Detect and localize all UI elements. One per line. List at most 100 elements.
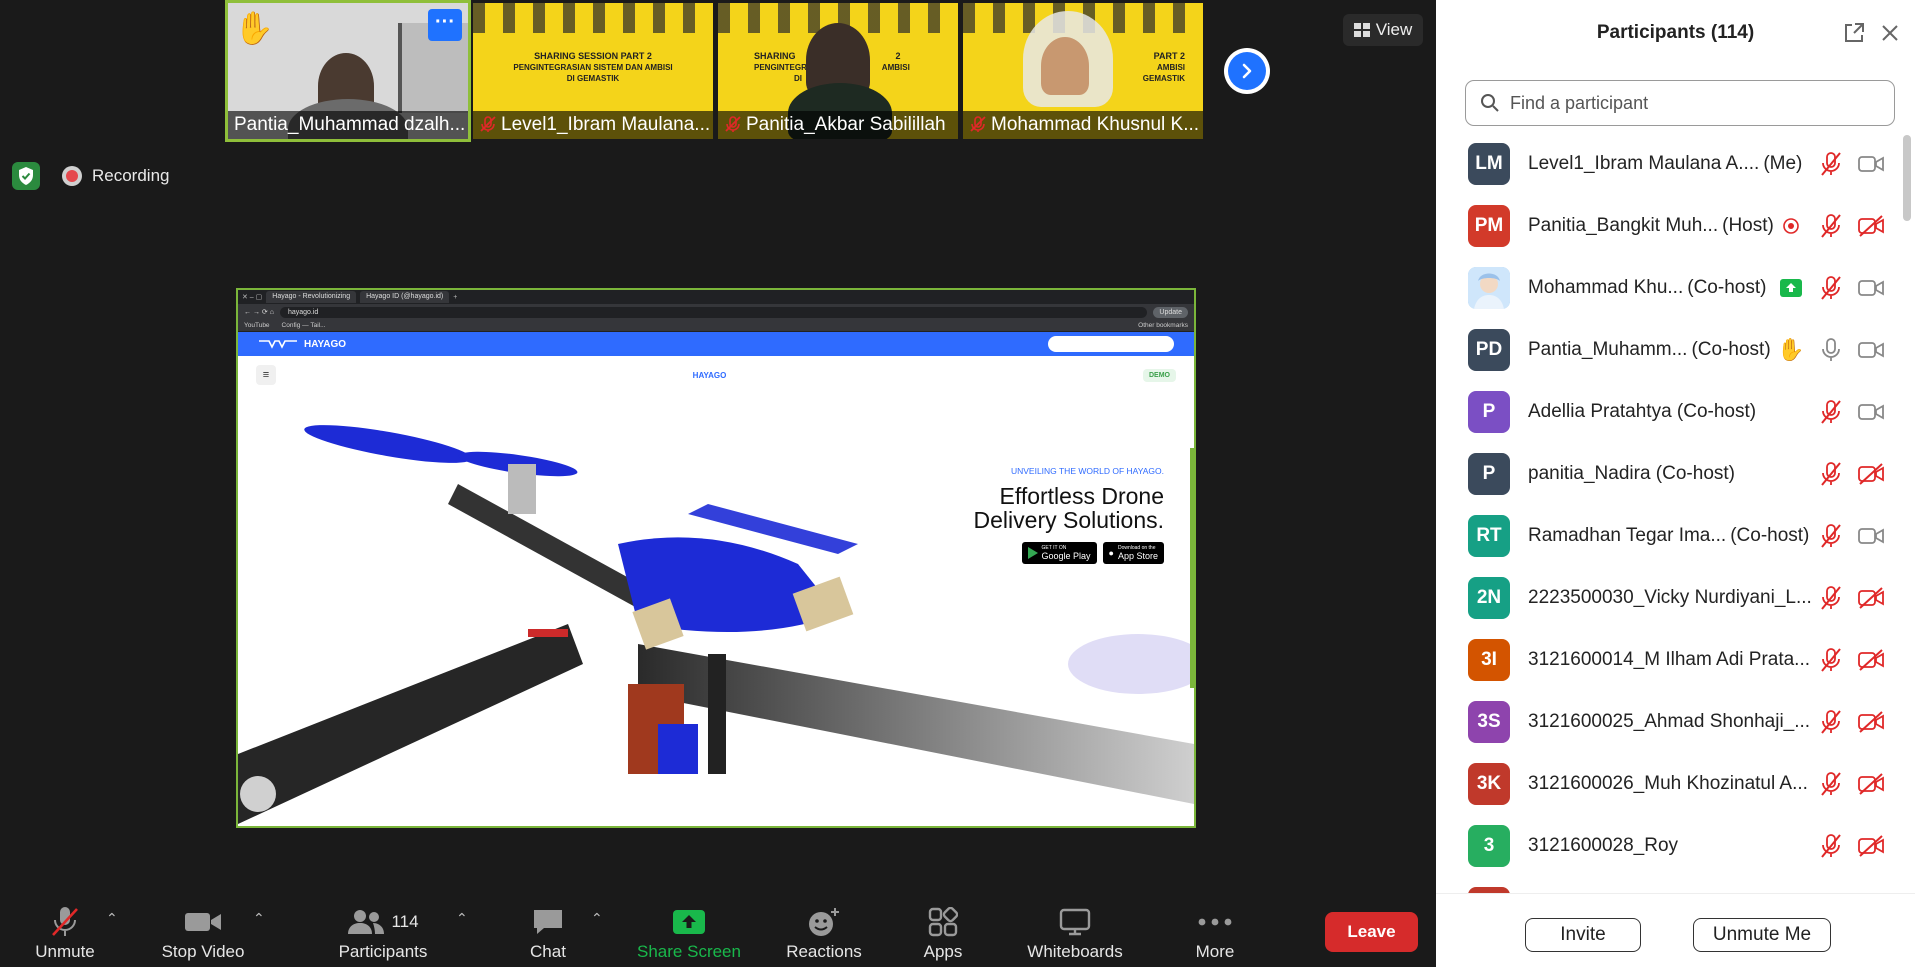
video-thumbnail[interactable]: SHARING SESSION PART 2 PENGINTEGRASIAN S… xyxy=(473,3,713,139)
participant-row[interactable]: LM Level1_Ibram Maulana A.... (Me) xyxy=(1436,133,1915,195)
video-off-icon[interactable] xyxy=(1857,708,1885,736)
next-page-button[interactable] xyxy=(1224,48,1270,94)
mic-muted-icon[interactable] xyxy=(1817,398,1845,426)
video-camera-icon[interactable] xyxy=(1857,398,1885,426)
video-thumbnail[interactable]: PART 2 AMBISI GEMASTIK Mohammad Khusnul … xyxy=(963,3,1203,139)
site-topbar: HAYAGO xyxy=(238,332,1194,356)
reactions-button[interactable]: Reactions xyxy=(776,900,872,964)
mic-muted-icon[interactable] xyxy=(1817,460,1845,488)
security-shield-icon[interactable] xyxy=(12,162,40,190)
avatar: LM xyxy=(1468,143,1510,185)
participant-row[interactable]: 2N 2223500030_Vicky Nurdiyani_L... xyxy=(1436,567,1915,629)
participant-name-text: Panitia_Bangkit Muh... xyxy=(1528,215,1719,236)
mic-muted-icon[interactable] xyxy=(1817,770,1845,798)
video-thumbnail[interactable]: ✋ ··· Pantia_Muhammad dzalh... xyxy=(225,0,471,142)
shared-screen[interactable]: ✕ – ▢ Hayago - Revolutionizing Hayago ID… xyxy=(236,288,1196,828)
chevron-up-icon[interactable]: ⌃ xyxy=(456,910,468,927)
participant-name-text: Level1_Ibram Maulana A.... xyxy=(1528,153,1760,174)
unmute-button[interactable]: Unmute xyxy=(28,900,102,964)
video-off-icon[interactable] xyxy=(1857,646,1885,674)
bookmark-config: Config — Tail... xyxy=(281,322,326,329)
apps-button[interactable]: Apps xyxy=(915,900,971,964)
video-off-icon[interactable] xyxy=(1857,584,1885,612)
participant-status-icons xyxy=(1817,646,1885,674)
mic-muted-icon[interactable] xyxy=(1817,646,1845,674)
thumbnail-namebar: Mohammad Khusnul K... xyxy=(963,111,1203,139)
apps-label: Apps xyxy=(923,942,963,961)
avatar: RT xyxy=(1468,515,1510,557)
view-button[interactable]: View xyxy=(1343,14,1423,46)
participant-row[interactable]: Mohammad Khu... (Co-host) xyxy=(1436,257,1915,319)
mic-muted-icon[interactable] xyxy=(1817,212,1845,240)
video-camera-icon[interactable] xyxy=(1857,336,1885,364)
participant-name-text: panitia_Nadira (Co-host) xyxy=(1528,463,1735,484)
participant-face xyxy=(1041,37,1089,95)
participant-row[interactable]: PM Panitia_Bangkit Muh... (Host) xyxy=(1436,195,1915,257)
bookmark-youtube: YouTube xyxy=(244,322,270,329)
participant-row[interactable]: 3K 3121600026_Muh Khozinatul A... xyxy=(1436,753,1915,815)
hamburger-icon: ≡ xyxy=(256,365,276,385)
video-off-icon[interactable] xyxy=(1857,832,1885,860)
chat-button[interactable]: Chat xyxy=(520,900,576,964)
participants-icon: 114 xyxy=(347,904,419,940)
video-camera-icon[interactable] xyxy=(1857,150,1885,178)
participant-name-text: Ramadhan Tegar Ima... xyxy=(1528,525,1727,546)
mic-muted-icon[interactable] xyxy=(1817,150,1845,178)
video-camera-icon[interactable] xyxy=(1857,522,1885,550)
mic-muted-icon[interactable] xyxy=(1817,832,1845,860)
mic-icon[interactable] xyxy=(1817,336,1845,364)
avatar: 3K xyxy=(1468,763,1510,805)
whiteboards-button[interactable]: Whiteboards xyxy=(1018,900,1132,964)
participant-row[interactable]: P Adellia Pratahtya (Co-host) xyxy=(1436,381,1915,443)
participant-name: 3121600028_Roy xyxy=(1528,835,1678,857)
unmute-label: Unmute xyxy=(35,942,95,961)
participant-row[interactable]: Ppanitia_Nadira (Co-host) xyxy=(1436,443,1915,505)
participant-search[interactable] xyxy=(1465,80,1895,126)
participant-name-text: Adellia Pratahtya (Co-host) xyxy=(1528,401,1757,422)
mic-muted-icon[interactable] xyxy=(1817,522,1845,550)
video-camera-icon[interactable] xyxy=(1857,274,1885,302)
panel-title: Participants (114) xyxy=(1596,22,1755,43)
chevron-up-icon[interactable]: ⌃ xyxy=(253,910,265,927)
participant-name: Mohammad Khu... (Co-host) xyxy=(1528,277,1766,299)
leave-button[interactable]: Leave xyxy=(1325,912,1418,952)
hero-headline: Effortless Drone Delivery Solutions. xyxy=(974,484,1164,532)
panel-scrollbar[interactable] xyxy=(1901,133,1913,893)
video-thumbnail[interactable]: SHARING 2 PENGINTEGRASIAN AMBISI DI Paniti… xyxy=(718,3,958,139)
participant-status-icons xyxy=(1817,770,1885,798)
close-icon[interactable] xyxy=(1879,22,1901,50)
participant-row[interactable]: 3I 3121600014_M Ilham Adi Prata... xyxy=(1436,629,1915,691)
hero-tagline: UNVEILING THE WORLD OF HAYAGO. xyxy=(1010,466,1164,476)
participant-row[interactable]: 3 3121600028_Roy xyxy=(1436,815,1915,877)
participant-row[interactable]: 3S 3121600025_Ahmad Shonhaji_... xyxy=(1436,691,1915,753)
play-store-icon xyxy=(1027,547,1038,559)
chevron-up-icon[interactable]: ⌃ xyxy=(591,910,603,927)
participant-name-text: Pantia_Muhamm... xyxy=(1528,339,1688,360)
mic-muted-icon[interactable] xyxy=(1817,274,1845,302)
site-nav-logo: HAYAGO xyxy=(692,370,727,380)
mic-muted-icon[interactable] xyxy=(1817,584,1845,612)
poster-pattern xyxy=(473,3,713,33)
search-input[interactable] xyxy=(1510,92,1870,114)
invite-button[interactable]: Invite xyxy=(1525,918,1641,952)
video-off-icon[interactable] xyxy=(1857,460,1885,488)
video-off-icon[interactable] xyxy=(1857,770,1885,798)
stop-video-button[interactable]: Stop Video xyxy=(153,900,253,964)
participant-row[interactable] xyxy=(1436,877,1915,893)
chevron-up-icon[interactable]: ⌃ xyxy=(106,910,118,927)
mic-muted-icon[interactable] xyxy=(1817,708,1845,736)
participant-name: 3121600026_Muh Khozinatul A... xyxy=(1528,773,1808,795)
participant-row[interactable]: PD Pantia_Muhamm... (Co-host) ✋ xyxy=(1436,319,1915,381)
popout-icon[interactable] xyxy=(1843,22,1865,50)
video-off-icon[interactable] xyxy=(1857,212,1885,240)
participants-count: 114 xyxy=(391,912,419,931)
recording-icon xyxy=(62,166,82,186)
unmute-me-button[interactable]: Unmute Me xyxy=(1693,918,1831,952)
recording-indicator[interactable]: Recording xyxy=(62,162,170,190)
more-button[interactable]: More xyxy=(1190,900,1240,964)
participant-status-icons xyxy=(1817,584,1885,612)
more-options-button[interactable]: ··· xyxy=(428,9,462,41)
participant-row[interactable]: RT Ramadhan Tegar Ima... (Co-host) xyxy=(1436,505,1915,567)
share-screen-button[interactable]: Share Screen xyxy=(630,900,748,964)
participants-button[interactable]: 114 Participants xyxy=(330,900,436,964)
